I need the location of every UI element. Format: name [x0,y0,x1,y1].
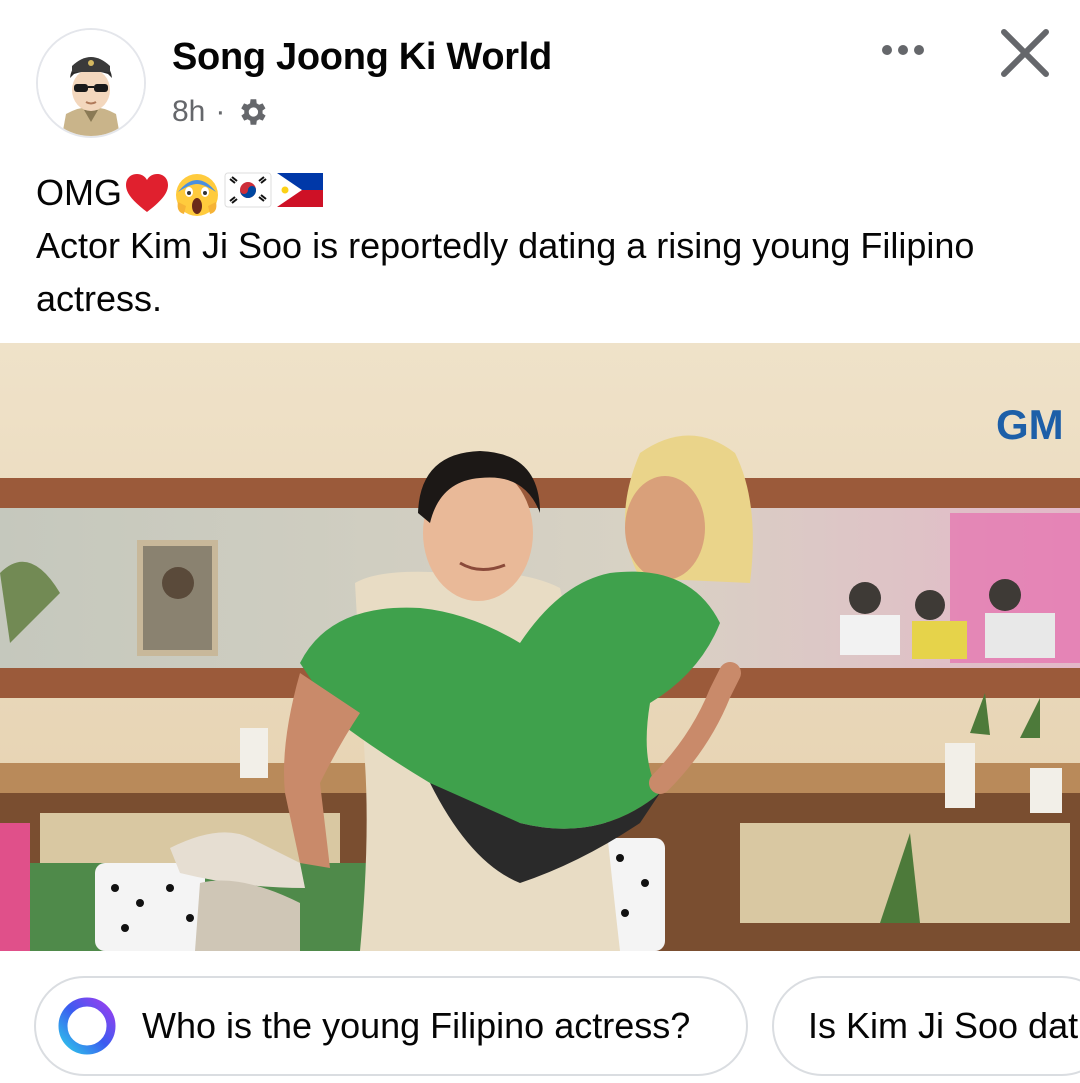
ai-suggestions-row: Who is the young Filipino actress? Is Ki… [0,968,1080,1083]
suggestion-label: Who is the young Filipino actress? [142,1005,691,1046]
screaming-face-emoji [176,174,218,217]
more-dot [914,45,924,55]
more-dot [898,45,908,55]
suggestion-chip[interactable]: Is Kim Ji Soo dat [772,976,1080,1076]
suggestion-label: Is Kim Ji Soo dat [808,1005,1079,1046]
south-korea-flag [224,172,272,208]
red-heart-emoji [126,174,168,213]
post-omg-text: OMG [36,172,122,213]
post-timestamp[interactable]: 8h [172,95,205,129]
philippines-flag [277,173,323,208]
gear-icon[interactable] [235,95,269,129]
more-dot [882,45,892,55]
post-meta: 8h · [172,92,269,132]
page-avatar[interactable] [36,28,146,138]
post-body: Actor Kim Ji Soo is reportedly dating a … [36,225,975,319]
post-line-1: OMG [36,166,1046,219]
emoji-row [124,172,324,218]
meta-ai-ring-icon [58,997,116,1055]
photo-illustration: GM [0,343,1080,951]
post-photo[interactable]: GM [0,343,1080,951]
post-header: Song Joong Ki World 8h · [0,0,1080,160]
page-name[interactable]: Song Joong Ki World [172,36,552,79]
suggestion-chip[interactable]: Who is the young Filipino actress? [34,976,748,1076]
photo-watermark: GM [996,401,1064,448]
meta-separator: · [215,95,226,128]
avatar-illustration [38,30,144,136]
post-text: OMG Actor Kim Ji Soo is reportedly datin… [36,166,1046,325]
close-icon[interactable] [990,18,1060,88]
more-options-button[interactable] [868,30,938,70]
